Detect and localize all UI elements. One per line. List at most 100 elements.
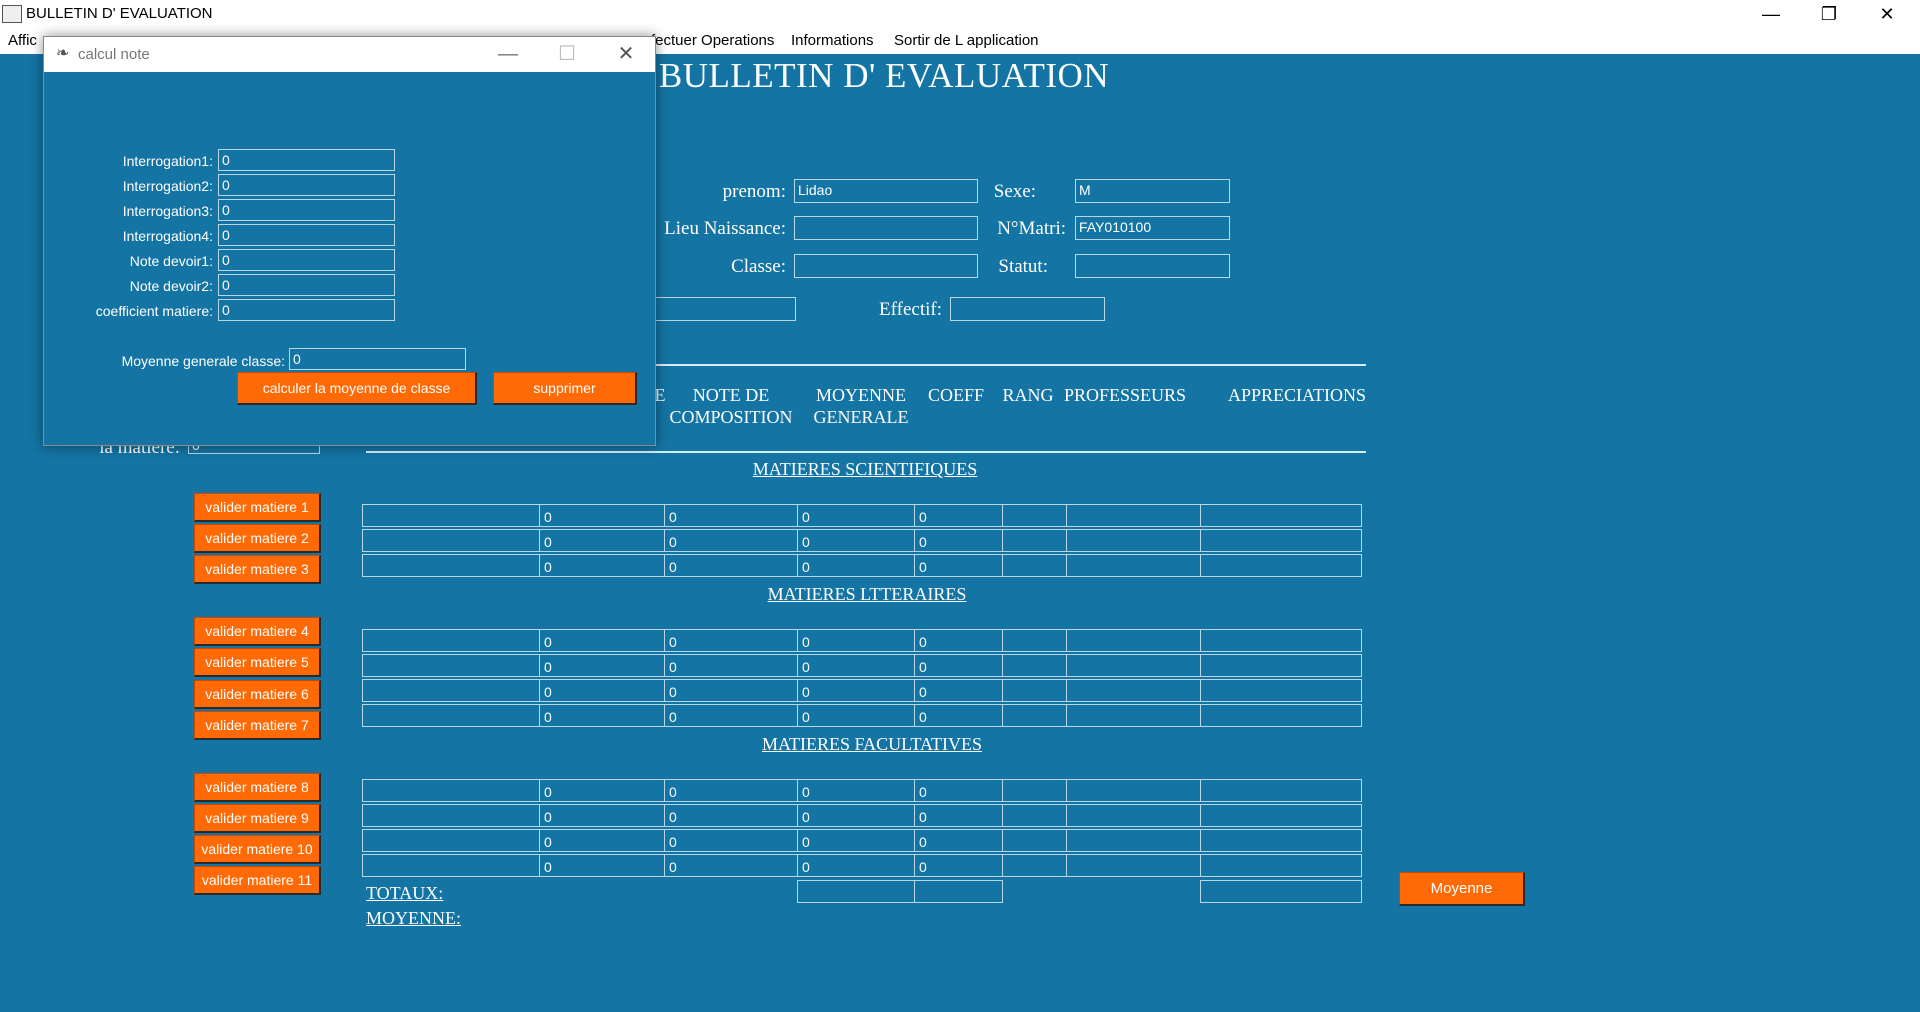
table-cell[interactable] [1200,529,1362,552]
prenom-field[interactable]: Lidao [794,179,978,203]
table-cell[interactable]: 0 [914,679,1003,702]
table-cell[interactable]: 0 [664,654,798,677]
table-cell[interactable]: 0 [539,854,665,877]
dialog-field-input[interactable]: 0 [218,199,395,221]
table-cell[interactable] [1200,829,1362,852]
table-cell[interactable]: 0 [539,804,665,827]
table-cell[interactable]: 0 [664,679,798,702]
table-cell[interactable]: 0 [797,779,915,802]
table-cell[interactable]: 0 [797,629,915,652]
table-cell[interactable]: 0 [664,804,798,827]
valider-matiere-4-button[interactable]: valider matiere 4 [194,617,321,646]
table-cell[interactable] [1002,779,1067,802]
table-cell[interactable]: 0 [664,854,798,877]
table-cell[interactable] [1002,804,1067,827]
table-cell[interactable] [1066,654,1201,677]
table-cell[interactable]: 0 [914,704,1003,727]
valider-matiere-3-button[interactable]: valider matiere 3 [194,555,321,584]
table-cell[interactable] [362,854,540,877]
total-cell-moyenne[interactable] [797,880,915,903]
table-cell[interactable]: 0 [914,829,1003,852]
lieu-naissance-field[interactable] [794,216,978,240]
valider-matiere-8-button[interactable]: valider matiere 8 [194,773,321,802]
table-cell[interactable] [362,629,540,652]
sexe-field[interactable]: M [1075,179,1230,203]
table-cell[interactable] [1200,679,1362,702]
table-cell[interactable] [1066,779,1201,802]
menu-item-informations[interactable]: Informations [791,32,874,49]
table-cell[interactable]: 0 [664,629,798,652]
table-cell[interactable]: 0 [914,504,1003,527]
menu-item-affichage[interactable]: Affic [8,32,37,49]
table-cell[interactable] [1066,554,1201,577]
dialog-field-input[interactable]: 0 [218,149,395,171]
table-cell[interactable]: 0 [797,654,915,677]
table-cell[interactable] [1002,504,1067,527]
table-cell[interactable]: 0 [539,679,665,702]
table-cell[interactable]: 0 [664,704,798,727]
table-cell[interactable]: 0 [539,554,665,577]
table-cell[interactable] [1066,679,1201,702]
table-cell[interactable] [1200,704,1362,727]
table-cell[interactable] [1002,629,1067,652]
dialog-field-input[interactable]: 0 [218,174,395,196]
minimize-icon[interactable]: — [1742,0,1800,29]
table-cell[interactable]: 0 [914,854,1003,877]
table-cell[interactable] [1200,854,1362,877]
moyenne-generale-classe-field[interactable]: 0 [289,348,466,370]
supprimer-button[interactable]: supprimer [493,372,637,405]
dialog-field-input[interactable]: 0 [218,249,395,271]
menu-item-effectuer-operations[interactable]: fectuer Operations [651,32,774,49]
table-cell[interactable]: 0 [914,529,1003,552]
table-cell[interactable] [1002,854,1067,877]
calculer-moyenne-button[interactable]: calculer la moyenne de classe [237,372,477,405]
classe-field[interactable] [794,254,978,278]
minimize-icon[interactable]: — [479,37,537,72]
table-cell[interactable] [362,529,540,552]
dialog-field-input[interactable]: 0 [218,299,395,321]
table-cell[interactable] [1066,804,1201,827]
valider-matiere-9-button[interactable]: valider matiere 9 [194,804,321,833]
valider-matiere-7-button[interactable]: valider matiere 7 [194,711,321,740]
nmatri-field[interactable]: FAY010100 [1075,216,1230,240]
dialog-field-input[interactable]: 0 [218,224,395,246]
table-cell[interactable]: 0 [539,529,665,552]
table-cell[interactable]: 0 [664,554,798,577]
table-cell[interactable] [1066,854,1201,877]
table-cell[interactable] [1200,504,1362,527]
table-cell[interactable] [1002,529,1067,552]
table-cell[interactable] [1066,629,1201,652]
table-cell[interactable]: 0 [914,629,1003,652]
table-cell[interactable] [362,704,540,727]
valider-matiere-6-button[interactable]: valider matiere 6 [194,680,321,709]
close-icon[interactable]: ✕ [597,37,655,72]
dialog-field-input[interactable]: 0 [218,274,395,296]
table-cell[interactable]: 0 [664,829,798,852]
table-cell[interactable]: 0 [914,554,1003,577]
table-cell[interactable] [362,504,540,527]
valider-matiere-1-button[interactable]: valider matiere 1 [194,493,321,522]
table-cell[interactable] [1200,804,1362,827]
table-cell[interactable] [362,654,540,677]
table-cell[interactable]: 0 [914,654,1003,677]
table-cell[interactable]: 0 [539,829,665,852]
table-cell[interactable]: 0 [797,854,915,877]
table-cell[interactable] [1002,704,1067,727]
close-icon[interactable]: ✕ [1858,0,1916,29]
table-cell[interactable]: 0 [539,654,665,677]
table-cell[interactable]: 0 [797,804,915,827]
table-cell[interactable]: 0 [539,779,665,802]
table-cell[interactable]: 0 [914,804,1003,827]
valider-matiere-10-button[interactable]: valider matiere 10 [194,835,321,864]
total-cell-appreciations[interactable] [1200,880,1362,903]
table-cell[interactable]: 0 [797,704,915,727]
table-cell[interactable] [1066,704,1201,727]
table-cell[interactable] [362,779,540,802]
table-cell[interactable] [1066,829,1201,852]
table-cell[interactable] [1200,554,1362,577]
table-cell[interactable] [1200,629,1362,652]
table-cell[interactable] [362,804,540,827]
table-cell[interactable]: 0 [797,504,915,527]
table-cell[interactable]: 0 [797,554,915,577]
table-cell[interactable]: 0 [797,529,915,552]
